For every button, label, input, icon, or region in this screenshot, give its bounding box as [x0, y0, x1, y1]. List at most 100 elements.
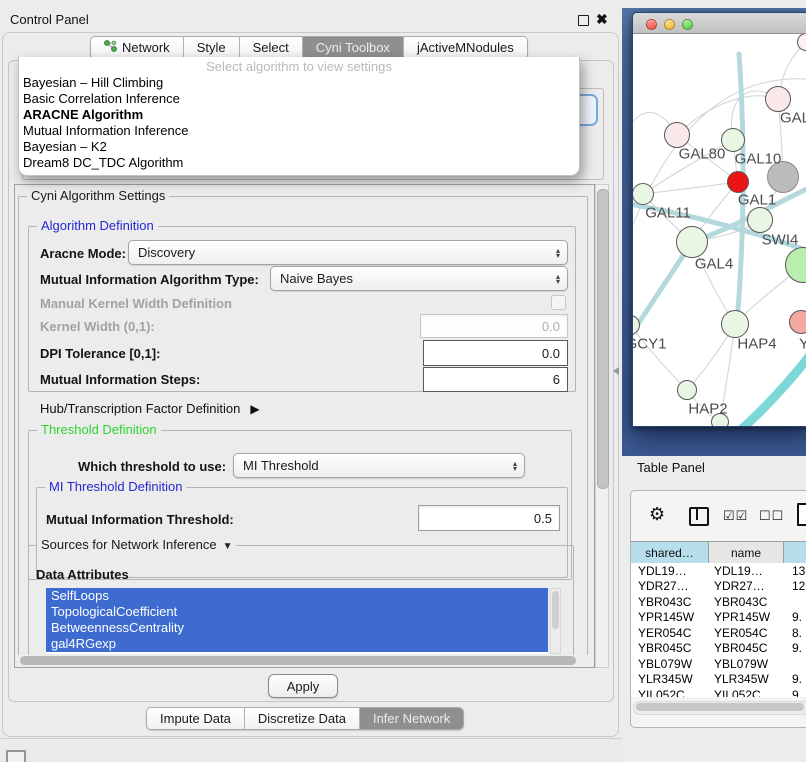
network-node-gal80[interactable]: [664, 122, 690, 148]
network-node-y[interactable]: [789, 310, 806, 334]
network-node-hap4[interactable]: [721, 310, 749, 338]
table-cell: 12: [784, 579, 806, 593]
node-label-hap4: HAP4: [737, 336, 776, 353]
table-row[interactable]: YBR045CYBR045C9.: [631, 641, 806, 657]
tab-network[interactable]: Network: [91, 37, 183, 58]
tab-select[interactable]: Select: [239, 37, 302, 58]
network-node-gal4[interactable]: [676, 226, 708, 258]
aracne-mode-label: Aracne Mode:: [40, 246, 126, 261]
zoom-window-light[interactable]: [682, 19, 693, 30]
table-cell: YIL052C: [709, 688, 784, 697]
algorithm-option-bayesian-hill-climbing[interactable]: Bayesian – Hill Climbing: [19, 75, 579, 91]
network-canvas[interactable]: GALGAL80GAL10GAL1GAL11SWI4GAL4GCY1HAP4YH…: [633, 34, 806, 426]
dpi-tolerance-field[interactable]: 0.0: [423, 340, 568, 366]
which-threshold-combo[interactable]: MI Threshold ▴▾: [233, 453, 525, 478]
algorithm-option-aracne-algorithm[interactable]: ARACNE Algorithm: [19, 107, 579, 123]
close-panel-icon[interactable]: ✖: [596, 11, 608, 28]
table-panel: ⚙ ☑☑ ☐☐ shared…name YDL19…YDL19…13YDR27……: [630, 490, 806, 728]
mi-threshold-field[interactable]: 0.5: [418, 505, 560, 531]
float-window-icon[interactable]: [578, 15, 589, 26]
collapse-down-icon: ▼: [223, 541, 233, 552]
mi-threshold-label: Mutual Information Threshold:: [46, 512, 234, 527]
table-cell: 8.: [784, 626, 806, 640]
node-label-gal11: GAL11: [645, 205, 691, 222]
algorithm-option-basic-correlation-inference[interactable]: Basic Correlation Inference: [19, 91, 579, 107]
algorithm-option-dream8-dc-tdc-algorithm[interactable]: Dream8 DC_TDC Algorithm: [19, 155, 579, 171]
tab-cyni-toolbox[interactable]: Cyni Toolbox: [302, 37, 403, 58]
table-row[interactable]: YDR27…YDR27…12: [631, 579, 806, 595]
network-node-gal1[interactable]: [727, 171, 749, 193]
scrollbar-thumb[interactable]: [636, 703, 804, 711]
algorithm-popup-list: Bayesian – Hill ClimbingBasic Correlatio…: [19, 75, 579, 171]
table-row[interactable]: YER054CYER054C8.: [631, 625, 806, 641]
settings-vertical-scrollbar[interactable]: [595, 184, 609, 668]
table-row[interactable]: YDL19…YDL19…13: [631, 563, 806, 579]
table-row[interactable]: YPR145WYPR145W9.: [631, 610, 806, 626]
attribute-item-topologicalcoefficient[interactable]: TopologicalCoefficient: [46, 604, 548, 620]
settings-horizontal-scrollbar[interactable]: [17, 655, 593, 667]
table-cell: YBL079W: [709, 657, 784, 671]
network-icon: [104, 40, 117, 55]
tab-style[interactable]: Style: [183, 37, 239, 58]
aracne-mode-value: Discovery: [138, 245, 195, 260]
table-row[interactable]: YLR345WYLR345W9.: [631, 672, 806, 688]
column-header-2[interactable]: [784, 542, 806, 564]
aracne-mode-combo[interactable]: Discovery ▴▾: [128, 240, 568, 265]
tab-label: jActiveMNodules: [417, 40, 514, 55]
node-label-gal10: GAL10: [735, 151, 782, 168]
network-view-window[interactable]: GALGAL80GAL10GAL1GAL11SWI4GAL4GCY1HAP4YH…: [632, 12, 806, 427]
table-row[interactable]: YIL052CYIL052C9.: [631, 687, 806, 697]
scrollbar-thumb[interactable]: [597, 189, 609, 489]
subtab-discretize-data[interactable]: Discretize Data: [244, 708, 359, 729]
splitpane-collapse-arrow[interactable]: [613, 367, 619, 375]
table-cell: YDR27…: [631, 579, 709, 593]
table-horizontal-scrollbar[interactable]: [633, 701, 806, 715]
attributes-list-scrollbar[interactable]: [550, 588, 561, 654]
minimize-window-light[interactable]: [664, 19, 675, 30]
table-cell: YPR145W: [709, 610, 784, 624]
column-header-name[interactable]: name: [709, 542, 784, 564]
tab-jactivemnodules[interactable]: jActiveMNodules: [403, 37, 527, 58]
algorithm-popup-placeholder: Select algorithm to view settings: [19, 57, 579, 75]
algorithm-option-bayesian-k2[interactable]: Bayesian – K2: [19, 139, 579, 155]
close-window-light[interactable]: [646, 19, 657, 30]
network-node-hap2[interactable]: [677, 380, 697, 400]
node-label-y: Y: [799, 336, 806, 353]
attribute-item-selfloops[interactable]: SelfLoops: [46, 588, 548, 604]
apply-button[interactable]: Apply: [268, 674, 338, 698]
sources-title-row[interactable]: Sources for Network Inference ▼: [37, 537, 236, 552]
subtab-impute-data[interactable]: Impute Data: [147, 708, 244, 729]
network-node-gal11[interactable]: [633, 183, 654, 205]
table-body: YDL19…YDL19…13YDR27…YDR27…12YBR043CYBR04…: [631, 563, 806, 697]
table-row[interactable]: YBL079WYBL079W: [631, 656, 806, 672]
network-node-swi4[interactable]: [747, 207, 773, 233]
network-node-gal[interactable]: [765, 86, 791, 112]
split-columns-icon[interactable]: [689, 507, 709, 526]
attribute-item-betweennesscentrality[interactable]: BetweennessCentrality: [46, 620, 548, 636]
sources-title: Sources for Network Inference: [41, 537, 217, 552]
network-window-titlebar[interactable]: [633, 13, 806, 34]
attribute-item-gal4rgexp[interactable]: gal4RGexp: [46, 636, 548, 652]
table-cell: YBR043C: [709, 595, 784, 609]
manual-kernel-width-checkbox[interactable]: [551, 295, 566, 310]
selected-columns-icon[interactable]: ☑☑: [723, 508, 748, 524]
subtab-infer-network[interactable]: Infer Network: [359, 708, 463, 729]
table-cell: YDL19…: [709, 564, 784, 578]
gear-icon[interactable]: ⚙: [649, 504, 665, 525]
scrollbar-thumb[interactable]: [552, 591, 559, 629]
minimized-panel-icon[interactable]: [6, 750, 26, 762]
column-header-shared[interactable]: shared…: [631, 542, 709, 564]
expand-right-icon: ▶: [250, 402, 259, 416]
kernel-width-field[interactable]: 0.0: [420, 314, 568, 338]
mi-steps-field[interactable]: 6: [423, 367, 568, 392]
app-root: Control Panel ✖ NetworkStyleSelectCyni T…: [0, 0, 806, 762]
table-row[interactable]: YBR043CYBR043C: [631, 594, 806, 610]
export-table-icon[interactable]: [797, 503, 806, 526]
tab-label: Impute Data: [160, 711, 231, 726]
hub-definition-expander[interactable]: Hub/Transcription Factor Definition▶: [40, 401, 260, 416]
scrollbar-thumb[interactable]: [20, 656, 576, 665]
combo-arrows-icon: ▴▾: [556, 274, 560, 284]
algorithm-option-mutual-information-inference[interactable]: Mutual Information Inference: [19, 123, 579, 139]
unselected-columns-icon[interactable]: ☐☐: [759, 508, 784, 524]
mi-algorithm-type-combo[interactable]: Naive Bayes ▴▾: [270, 266, 568, 291]
